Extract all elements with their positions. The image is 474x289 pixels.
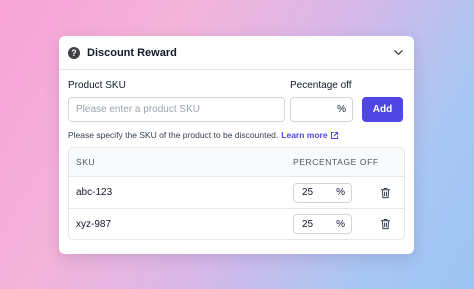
external-link-icon	[330, 131, 339, 140]
row-percent-suffix: %	[336, 218, 345, 230]
product-sku-input[interactable]: Please enter a product SKU	[68, 97, 285, 122]
card-body: Product SKU Pecentage off Please enter a…	[59, 70, 414, 240]
chevron-down-icon[interactable]	[391, 46, 405, 60]
hint-message: Please specify the SKU of the product to…	[68, 130, 279, 140]
column-header-sku: SKU	[76, 157, 96, 167]
table-row: abc-123 25 %	[69, 177, 404, 208]
add-row: Please enter a product SKU % Add	[68, 97, 405, 122]
row-percent-suffix: %	[336, 187, 345, 198]
card-title: Discount Reward	[87, 46, 177, 59]
learn-more-link[interactable]: Learn more	[281, 130, 338, 140]
discount-reward-card: ? Discount Reward Product SKU Pecentage …	[59, 36, 414, 254]
product-sku-label: Product SKU	[68, 80, 126, 91]
add-button[interactable]: Add	[362, 97, 403, 122]
trash-icon[interactable]	[379, 218, 391, 230]
trash-icon[interactable]	[379, 187, 391, 199]
percentage-off-label: Pecentage off	[290, 80, 352, 91]
card-header[interactable]: ? Discount Reward	[59, 36, 414, 70]
table-row: xyz-987 25 %	[69, 208, 404, 239]
sku-placeholder: Please enter a product SKU	[76, 104, 200, 115]
row-sku: abc-123	[76, 187, 113, 198]
table-header: SKU PERCENTAGE OFF	[69, 148, 404, 177]
sku-table: SKU PERCENTAGE OFF abc-123 25 % xyz-987 …	[68, 147, 405, 240]
row-percentage-value: 25	[302, 187, 314, 198]
row-percentage-input[interactable]: 25 %	[293, 214, 352, 234]
column-header-percentage: PERCENTAGE OFF	[293, 157, 379, 167]
percentage-input[interactable]: %	[290, 97, 353, 122]
form-labels: Product SKU Pecentage off	[68, 80, 405, 91]
learn-more-label: Learn more	[281, 130, 328, 140]
row-percentage-input[interactable]: 25 %	[293, 182, 352, 203]
percent-suffix: %	[337, 104, 346, 115]
row-sku: xyz-987	[76, 218, 112, 230]
hint-text: Please specify the SKU of the product to…	[68, 130, 405, 140]
question-circle-icon[interactable]: ?	[68, 46, 80, 59]
row-percentage-value: 25	[302, 218, 314, 230]
